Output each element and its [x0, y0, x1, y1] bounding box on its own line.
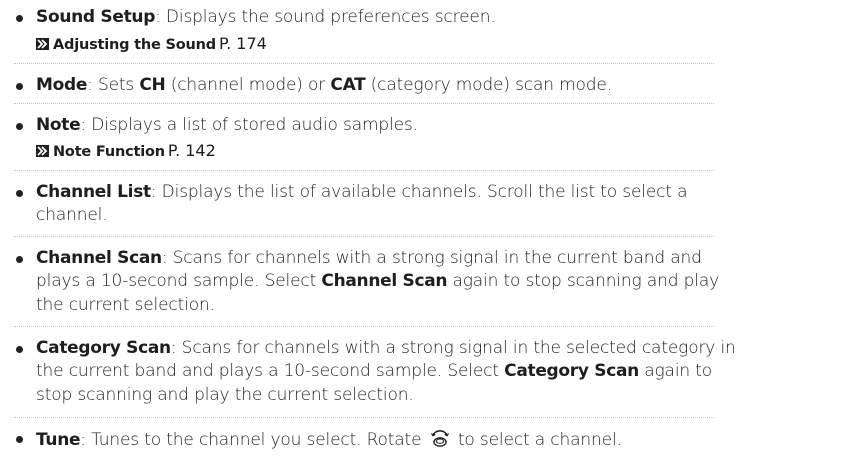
line2-a: plays a 10-second sample. Select	[36, 271, 322, 292]
line2-b: again to	[638, 361, 713, 382]
description-line2: channel.	[36, 205, 108, 226]
item-text: Note: Displays a list of stored audio sa…	[36, 114, 804, 137]
divider	[14, 103, 714, 104]
item-text: Mode: Sets CH (channel mode) or CAT (cat…	[36, 74, 804, 97]
item-text: Category Scan: Scans for channels with a…	[36, 337, 804, 407]
arrow-right-icon	[36, 145, 49, 157]
selector-knob-icon	[430, 430, 449, 447]
divider	[14, 236, 714, 237]
line3: stop scanning and play the current selec…	[36, 384, 414, 405]
term-note: Note	[36, 115, 81, 135]
divider	[14, 326, 714, 327]
desc-part-bold: CH	[139, 75, 166, 95]
desc-part: : Sets	[87, 75, 140, 95]
term-channel-scan: Channel Scan	[36, 248, 162, 268]
ref-page: P. 174	[218, 34, 267, 53]
line3: the current selection.	[36, 294, 215, 315]
item-text: Channel List: Displays the list of avail…	[36, 181, 804, 228]
line2-term: Category Scan	[504, 361, 639, 382]
ref-title: Adjusting the Sound	[53, 37, 216, 53]
list-item-note: Note: Displays a list of stored audio sa…	[0, 114, 864, 170]
term-sound-setup: Sound Setup	[36, 7, 156, 27]
list-item-channel-scan: Channel Scan: Scans for channels with a …	[0, 247, 864, 323]
line2-term: Channel Scan	[321, 271, 448, 292]
bullet	[16, 83, 23, 90]
bullet	[16, 15, 23, 22]
arrow-right-icon	[36, 38, 49, 50]
list-item-mode: Mode: Sets CH (channel mode) or CAT (cat…	[0, 74, 864, 104]
divider	[14, 417, 714, 418]
line: Channel Scan: Scans for channels with a …	[36, 247, 804, 270]
term-mode: Mode	[36, 75, 88, 95]
line: the current band and plays a 10-second s…	[36, 360, 804, 383]
term-channel-list: Channel List	[36, 182, 151, 202]
item-text: Channel Scan: Scans for channels with a …	[36, 247, 804, 317]
line: plays a 10-second sample. Select Channel…	[36, 270, 804, 293]
list-item-channel-list: Channel List: Displays the list of avail…	[0, 181, 864, 233]
list-item-sound-setup: Sound Setup: Displays the sound preferen…	[0, 6, 864, 64]
bullet	[16, 190, 23, 197]
list-item-category-scan: Category Scan: Scans for channels with a…	[0, 337, 864, 413]
document-page: Sound Setup: Displays the sound preferen…	[0, 0, 864, 459]
line2-b: again to stop scanning and play	[447, 271, 720, 292]
divider	[14, 63, 714, 64]
item-text: Sound Setup: Displays the sound preferen…	[36, 6, 804, 29]
line1: : Scans for channels with a strong signa…	[161, 248, 702, 268]
desc-b: to select a channel.	[452, 430, 622, 450]
ref-page: P. 142	[167, 141, 216, 160]
desc-part: (category mode) scan mode.	[365, 75, 612, 95]
cross-reference[interactable]: Note Function P. 142	[36, 141, 216, 162]
bullet	[16, 256, 23, 263]
description-line1: : Displays the list of available channel…	[150, 182, 688, 202]
divider	[14, 170, 714, 171]
cross-reference[interactable]: Adjusting the Sound P. 174	[36, 34, 267, 55]
line1: : Scans for channels with a strong signa…	[170, 338, 736, 358]
desc-part: (channel mode) or	[165, 75, 331, 95]
description: : Displays the sound preferences screen.	[155, 7, 496, 27]
line: Channel List: Displays the list of avail…	[36, 181, 804, 204]
bullet	[16, 436, 23, 443]
ref-title: Note Function	[53, 144, 165, 160]
bullet	[16, 346, 23, 353]
term-tune: Tune	[36, 430, 81, 450]
line: Category Scan: Scans for channels with a…	[36, 337, 804, 360]
item-text: Tune: Tunes to the channel you select. R…	[36, 427, 804, 452]
desc-part-bold: CAT	[330, 75, 366, 95]
line2-a: the current band and plays a 10-second s…	[36, 361, 505, 382]
list-item-tune: Tune: Tunes to the channel you select. R…	[0, 427, 864, 457]
desc-a: : Tunes to the channel you select. Rotat…	[80, 430, 427, 450]
description: : Displays a list of stored audio sample…	[80, 115, 418, 135]
term-category-scan: Category Scan	[36, 338, 171, 358]
bullet	[16, 123, 23, 130]
